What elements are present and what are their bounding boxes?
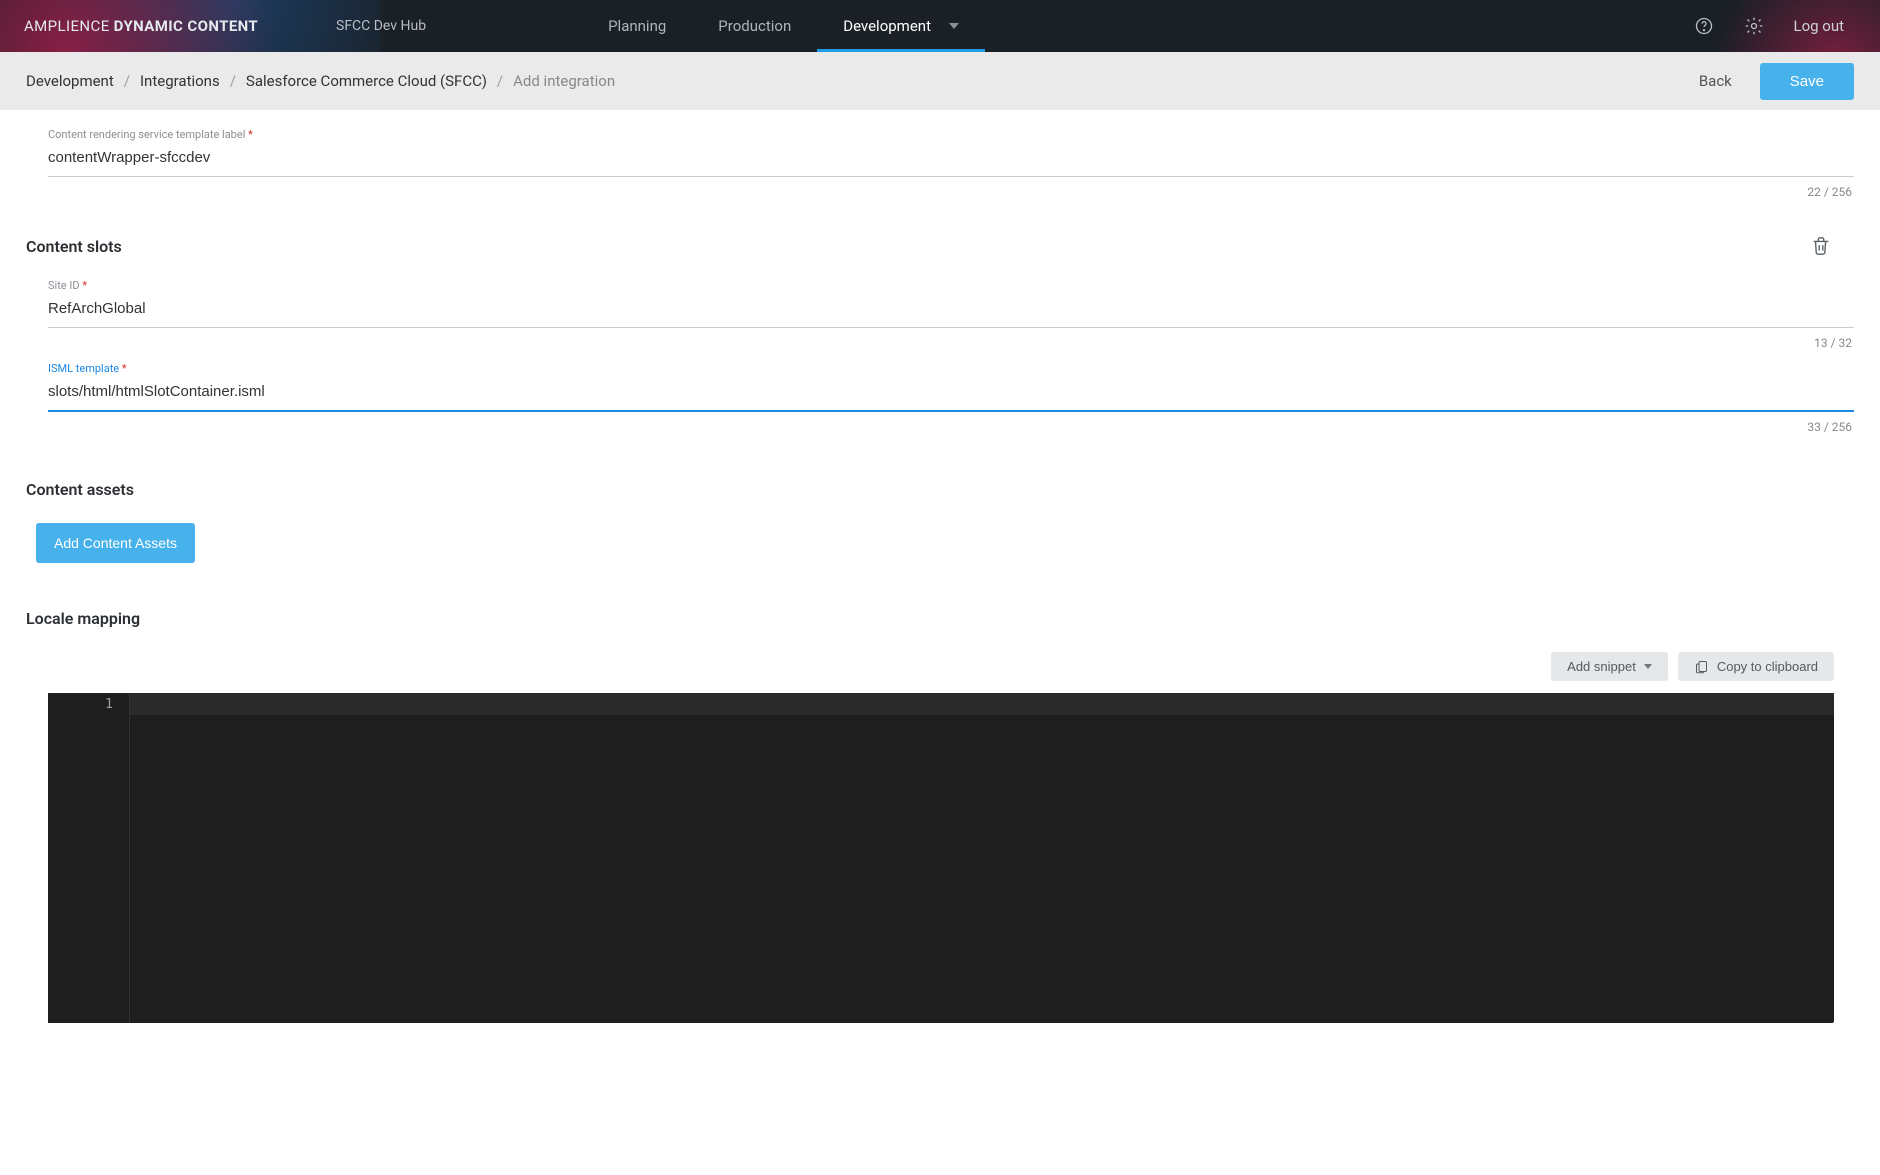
back-button[interactable]: Back: [1699, 72, 1732, 90]
isml-counter: 33 / 256: [48, 420, 1854, 434]
add-snippet-label: Add snippet: [1567, 659, 1636, 674]
crumb-sep: /: [124, 72, 130, 90]
editor-line-1[interactable]: [130, 693, 1834, 715]
isml-label-text: ISML template: [48, 362, 119, 375]
crs-counter: 22 / 256: [48, 185, 1854, 199]
breadcrumb: Development / Integrations / Salesforce …: [26, 72, 615, 90]
section-content-slots: Content slots: [26, 235, 1854, 257]
add-content-assets-button[interactable]: Add Content Assets: [36, 523, 195, 563]
logout-link[interactable]: Log out: [1793, 17, 1844, 35]
crumb-current: Add integration: [513, 72, 615, 90]
crumb-sep: /: [230, 72, 236, 90]
required-marker: *: [82, 279, 87, 292]
crs-input[interactable]: [48, 141, 1854, 177]
chevron-down-icon: [1644, 664, 1652, 669]
editor-gutter: 1: [48, 693, 130, 1023]
crumb-development[interactable]: Development: [26, 72, 114, 90]
hub-name[interactable]: SFCC Dev Hub: [310, 0, 452, 52]
help-icon[interactable]: [1693, 15, 1715, 37]
nav-development[interactable]: Development: [817, 0, 985, 52]
main-nav: Planning Production Development: [582, 0, 985, 52]
isml-input[interactable]: [48, 375, 1854, 412]
nav-development-label: Development: [843, 17, 931, 35]
breadcrumb-bar: Development / Integrations / Salesforce …: [0, 52, 1880, 110]
site-id-input[interactable]: [48, 292, 1854, 328]
field-isml-template: ISML template * 33 / 256: [48, 362, 1854, 434]
brand-logo: AMPLIENCE DYNAMIC CONTENT: [0, 0, 310, 52]
trash-icon[interactable]: [1810, 235, 1832, 257]
subbar-actions: Back Save: [1699, 63, 1854, 100]
add-snippet-button[interactable]: Add snippet: [1551, 652, 1668, 681]
gear-icon[interactable]: [1743, 15, 1765, 37]
locale-mapping-title: Locale mapping: [26, 609, 1854, 628]
copy-clipboard-button[interactable]: Copy to clipboard: [1678, 652, 1834, 681]
gutter-line-1: 1: [48, 697, 113, 712]
site-id-counter: 13 / 32: [48, 336, 1854, 350]
chevron-down-icon: [949, 23, 959, 29]
save-button[interactable]: Save: [1760, 63, 1854, 100]
content-slots-title: Content slots: [26, 237, 122, 256]
crumb-sep: /: [497, 72, 503, 90]
code-editor[interactable]: 1: [48, 693, 1834, 1023]
brand-bold: DYNAMIC CONTENT: [114, 17, 259, 35]
required-marker: *: [248, 128, 253, 141]
copy-clipboard-label: Copy to clipboard: [1717, 659, 1818, 674]
crumb-sfcc[interactable]: Salesforce Commerce Cloud (SFCC): [246, 72, 487, 90]
field-crs-label: Content rendering service template label…: [48, 128, 1854, 199]
nav-production[interactable]: Production: [692, 0, 817, 52]
editor-toolbar: Add snippet Copy to clipboard: [26, 652, 1834, 681]
field-site-id: Site ID * 13 / 32: [48, 279, 1854, 350]
topbar-right: Log out: [1693, 0, 1880, 52]
isml-label: ISML template *: [48, 362, 1854, 375]
crs-label: Content rendering service template label…: [48, 128, 1854, 141]
crumb-integrations[interactable]: Integrations: [140, 72, 220, 90]
required-marker: *: [122, 362, 127, 375]
top-navbar: AMPLIENCE DYNAMIC CONTENT SFCC Dev Hub P…: [0, 0, 1880, 52]
brand-light: AMPLIENCE: [24, 17, 110, 35]
editor-body[interactable]: [130, 693, 1834, 1023]
clipboard-icon: [1694, 659, 1709, 674]
main-content: Content rendering service template label…: [0, 110, 1880, 1175]
site-id-label-text: Site ID: [48, 279, 80, 292]
content-assets-title: Content assets: [26, 480, 1854, 499]
nav-planning[interactable]: Planning: [582, 0, 692, 52]
site-id-label: Site ID *: [48, 279, 1854, 292]
crs-label-text: Content rendering service template label: [48, 128, 245, 141]
